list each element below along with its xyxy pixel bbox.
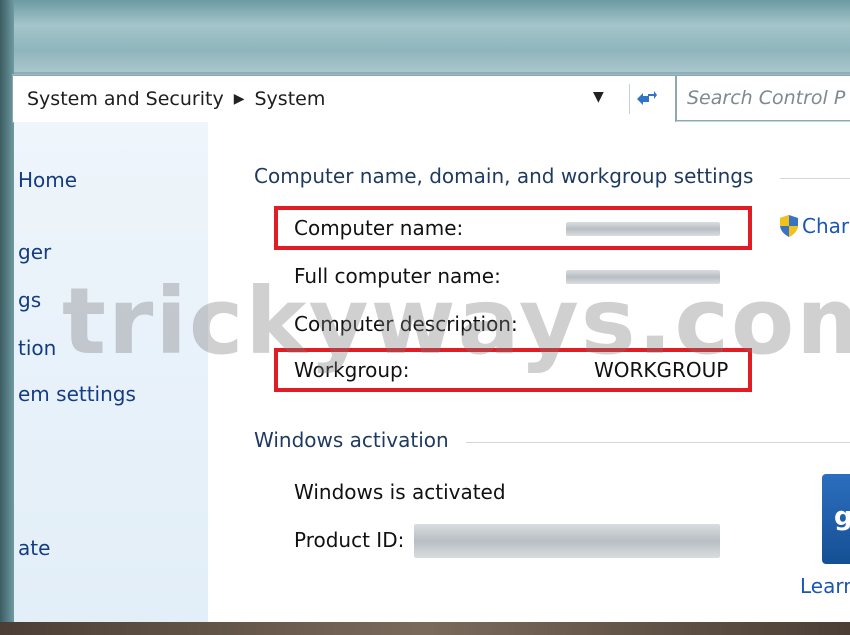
workgroup-label: Workgroup: — [294, 358, 410, 382]
left-navigation-pane: Home ger gs tion em settings ate — [14, 122, 209, 622]
change-settings-link[interactable]: Char — [778, 214, 849, 238]
genuine-logo-text: g — [834, 502, 850, 532]
history-dropdown-icon[interactable]: ▼ — [593, 89, 604, 105]
computer-settings-section-title: Computer name, domain, and workgroup set… — [254, 164, 754, 188]
genuine-microsoft-logo[interactable]: g — [822, 474, 850, 564]
refresh-icon — [637, 91, 657, 105]
activation-divider — [466, 442, 850, 443]
breadcrumb-system-and-security[interactable]: System and Security — [13, 88, 224, 110]
nav-item-remote-settings[interactable]: gs — [18, 288, 41, 312]
search-box[interactable] — [676, 75, 850, 121]
product-id-label: Product ID: — [294, 528, 405, 552]
uac-shield-icon — [780, 215, 798, 237]
learn-more-link[interactable]: Learn — [800, 574, 850, 598]
search-input[interactable] — [677, 76, 850, 120]
activation-status: Windows is activated — [294, 480, 506, 504]
nav-item-control-panel-home[interactable]: Home — [18, 168, 77, 192]
workgroup-value: WORKGROUP — [594, 358, 729, 382]
window-bottom-edge — [0, 622, 850, 635]
full-computer-name-value-redacted — [566, 270, 720, 284]
breadcrumb-system[interactable]: System — [244, 88, 325, 110]
computer-name-value-redacted — [566, 222, 720, 236]
section-divider — [780, 178, 850, 179]
refresh-button[interactable] — [629, 84, 662, 114]
product-id-value-redacted — [414, 524, 720, 558]
nav-item-windows-update[interactable]: ate — [18, 536, 50, 560]
window-frame: System and Security ▶ System ▼ Home ger … — [0, 0, 850, 635]
breadcrumb-separator-icon[interactable]: ▶ — [224, 91, 245, 107]
computer-description-label: Computer description: — [294, 312, 518, 336]
nav-item-device-manager[interactable]: ger — [18, 240, 51, 264]
windows-activation-section-title: Windows activation — [254, 428, 449, 452]
computer-name-label: Computer name: — [294, 216, 464, 240]
nav-item-system-protection[interactable]: tion — [18, 336, 56, 360]
nav-item-advanced-system-settings[interactable]: em settings — [18, 382, 136, 406]
change-settings-label[interactable]: Char — [802, 214, 849, 238]
title-bar-glass — [0, 0, 850, 72]
main-content: Computer name, domain, and workgroup set… — [208, 122, 850, 622]
address-toolbar: System and Security ▶ System ▼ — [12, 74, 850, 123]
full-computer-name-label: Full computer name: — [294, 264, 501, 288]
breadcrumb[interactable]: System and Security ▶ System ▼ — [12, 75, 676, 123]
